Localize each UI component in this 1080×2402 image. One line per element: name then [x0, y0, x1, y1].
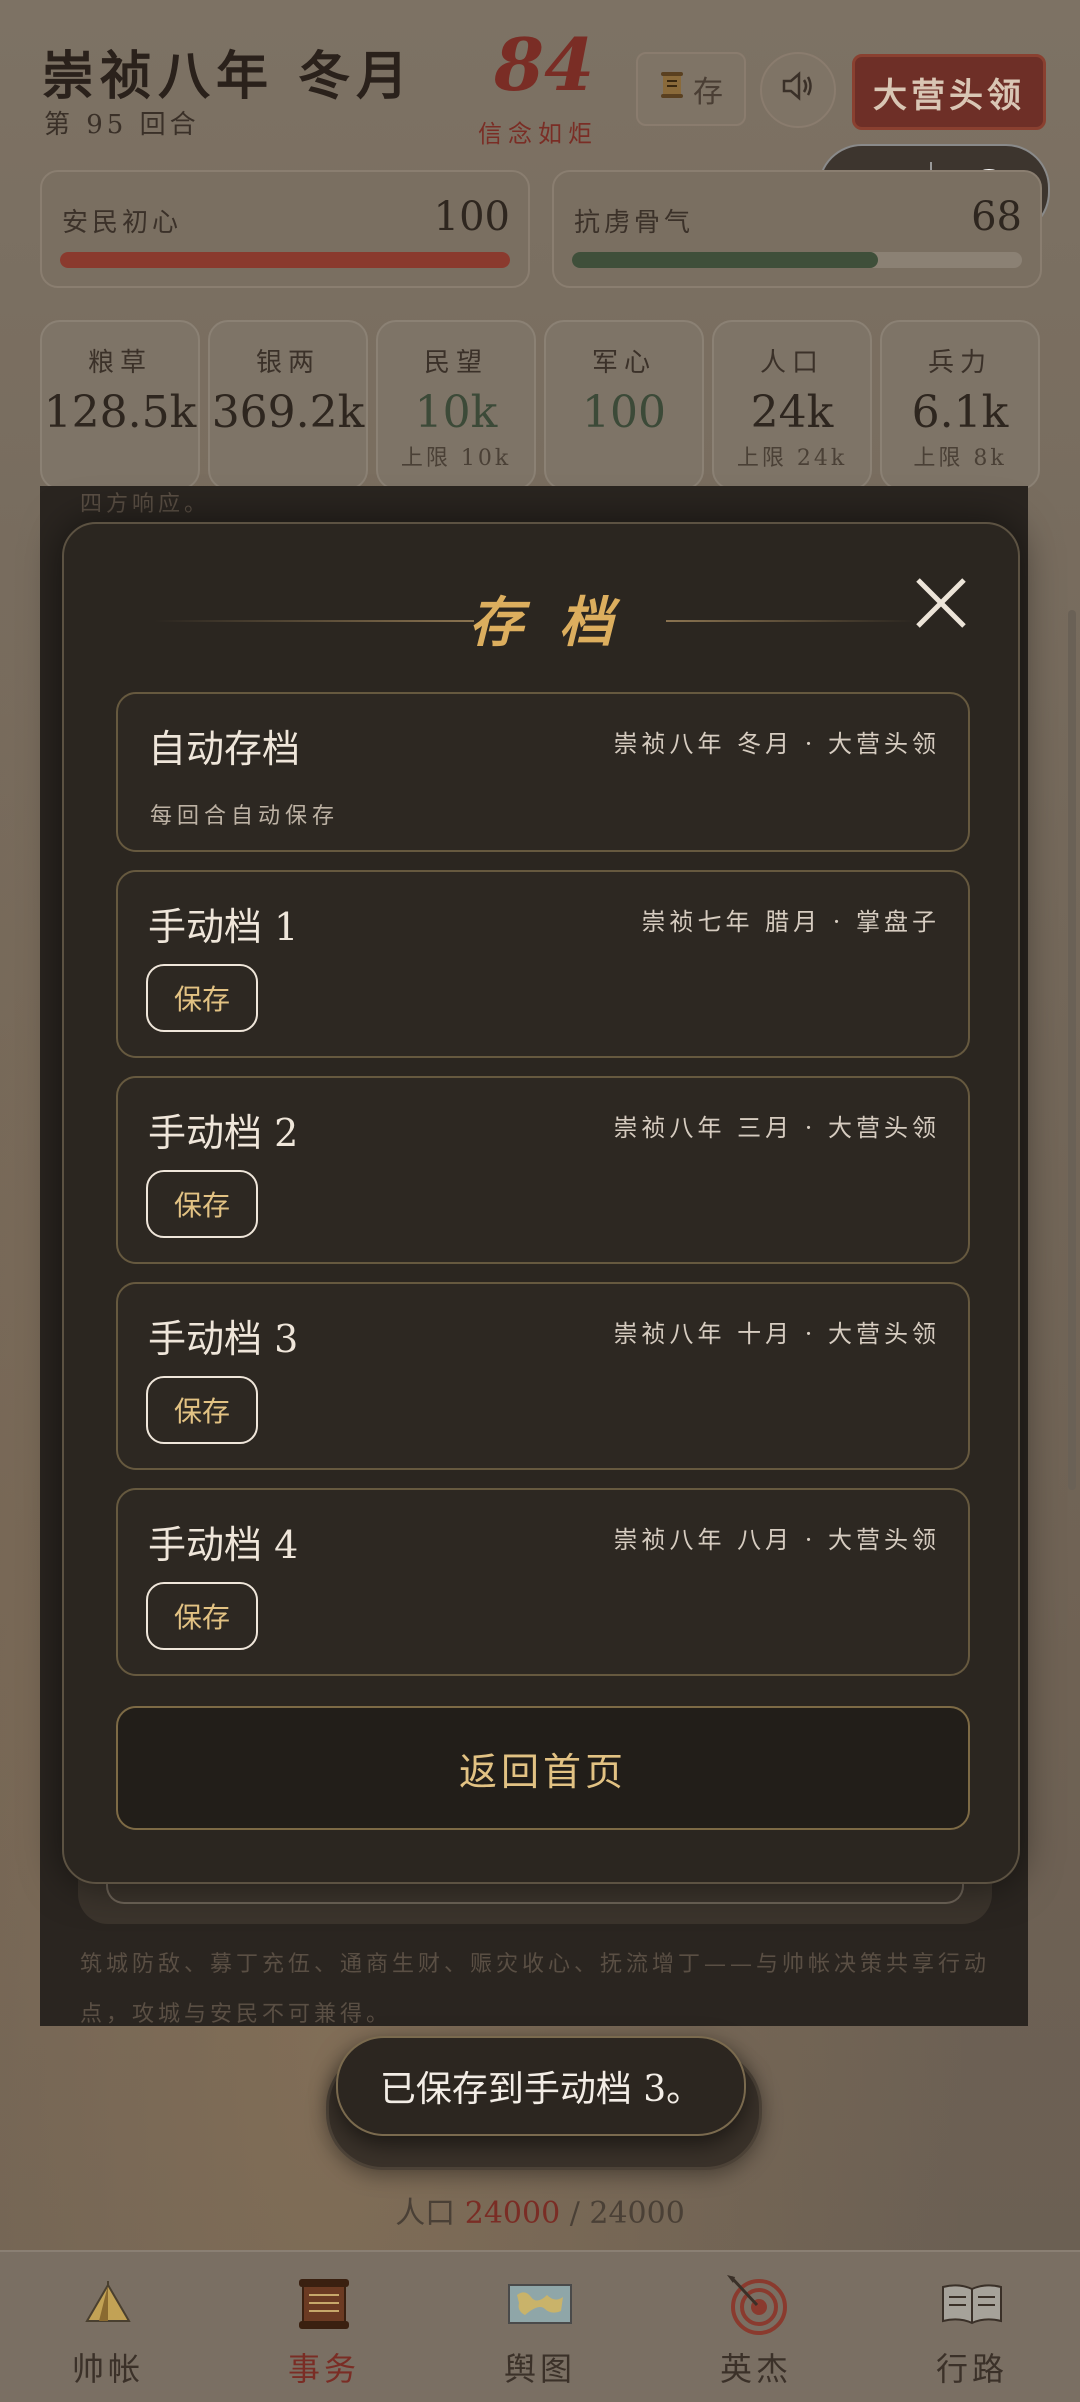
stat-morale: 军心 100 [544, 320, 704, 490]
slot-save-button[interactable]: 保存 [146, 964, 258, 1032]
tab-xinglu[interactable]: 行路 [864, 2252, 1080, 2402]
stat-reputation: 民望 10k 上限 10k [376, 320, 536, 490]
save-button[interactable]: 存 [636, 52, 746, 126]
speaker-icon [780, 70, 816, 111]
stat-troops: 兵力 6.1k 上限 8k [880, 320, 1040, 490]
save-slot-4[interactable]: 手动档 4 崇祯八年 八月 · 大营头领 保存 [116, 1488, 970, 1676]
slot-name: 手动档 1 [148, 905, 299, 949]
rank-button[interactable]: 大营头领 [852, 54, 1046, 130]
slot-name: 手动档 3 [148, 1317, 299, 1361]
tab-shuaizhang[interactable]: 帅帐 [0, 2252, 216, 2402]
belief-label: 信念如炬 [478, 120, 598, 148]
slot-meta: 崇祯八年 冬月 · 大营头领 [613, 730, 940, 758]
stat-value: 6.1k [911, 387, 1009, 438]
meter-track [572, 252, 1022, 268]
slot-name: 手动档 4 [148, 1523, 299, 1567]
population-separator: / [560, 2196, 590, 2231]
save-slot-auto[interactable]: 自动存档 崇祯八年 冬月 · 大营头领 每回合自动保存 [116, 692, 970, 852]
slot-note: 每回合自动保存 [150, 804, 340, 829]
meter-value: 68 [971, 194, 1022, 240]
map-icon [505, 2274, 575, 2334]
save-slot-1[interactable]: 手动档 1 崇祯七年 腊月 · 掌盘子 保存 [116, 870, 970, 1058]
meter-fill [60, 252, 510, 268]
bottom-tab-bar: 帅帐 事务 舆图 英杰 行路 [0, 2250, 1080, 2402]
meter-fill [572, 252, 878, 268]
tab-label: 事务 [287, 2350, 360, 2388]
stat-name: 军心 [591, 348, 656, 378]
slot-save-button[interactable]: 保存 [146, 1582, 258, 1650]
tab-shiwu[interactable]: 事务 [216, 2252, 432, 2402]
target-icon [721, 2274, 791, 2335]
book-icon [937, 2274, 1007, 2334]
stat-silver: 银两 369.2k [208, 320, 368, 490]
save-dialog: 存档 自动存档 崇祯八年 冬月 · 大营头领 每回合自动保存 手动档 1 崇祯七… [62, 522, 1020, 1884]
stat-value: 100 [582, 387, 666, 438]
tab-label: 帅帐 [71, 2350, 144, 2388]
stat-name: 人口 [759, 348, 824, 378]
slot-save-button[interactable]: 保存 [146, 1170, 258, 1238]
slot-meta: 崇祯八年 十月 · 大营头领 [613, 1320, 940, 1348]
stat-cap: 上限 24k [736, 446, 848, 471]
tab-label: 英杰 [719, 2350, 792, 2388]
stat-population: 人口 24k 上限 24k [712, 320, 872, 490]
population-max: 24000 [589, 2196, 685, 2231]
save-button-label: 存 [693, 75, 723, 110]
slot-meta: 崇祯八年 八月 · 大营头领 [613, 1526, 940, 1554]
save-slot-2[interactable]: 手动档 2 崇祯八年 三月 · 大营头领 保存 [116, 1076, 970, 1264]
event-text-top: 四方响应。 [80, 492, 211, 517]
meter-kanglu: 抗虏骨气 68 [552, 170, 1042, 288]
meter-label: 安民初心 [62, 208, 183, 238]
tab-label: 行路 [935, 2350, 1008, 2388]
tab-yutu[interactable]: 舆图 [432, 2252, 648, 2402]
date-title: 崇祯八年 冬月 [42, 46, 415, 107]
meter-track [60, 252, 510, 268]
slot-name: 手动档 2 [148, 1111, 299, 1155]
stat-name: 银两 [255, 348, 320, 378]
population-line: 人口 24000 / 24000 [0, 2188, 1080, 2232]
stat-name: 粮草 [87, 348, 152, 378]
meter-value: 100 [433, 194, 510, 240]
slot-meta: 崇祯七年 腊月 · 掌盘子 [641, 908, 940, 936]
slot-save-button[interactable]: 保存 [146, 1376, 258, 1444]
stat-grain: 粮草 128.5k [40, 320, 200, 490]
slot-meta: 崇祯八年 三月 · 大营头领 [613, 1114, 940, 1142]
meter-anmin: 安民初心 100 [40, 170, 530, 288]
sound-button[interactable] [760, 52, 836, 128]
tab-label: 舆图 [503, 2350, 576, 2388]
stat-name: 民望 [423, 348, 488, 378]
scroll-icon [659, 70, 685, 108]
tab-yingjie[interactable]: 英杰 [648, 2252, 864, 2402]
stat-cap: 上限 10k [400, 446, 512, 471]
turn-counter: 第 95 回合 [44, 110, 200, 140]
scrollbar[interactable] [1068, 610, 1076, 1490]
slot-name: 自动存档 [148, 727, 301, 771]
belief-value: 84 [494, 22, 595, 107]
event-text-bottom: 筑城防敌、募丁充伍、通商生财、赈灾收心、抚流增丁——与帅帐决策共享行动点，攻城与… [80, 1952, 991, 2027]
meter-label: 抗虏骨气 [574, 208, 695, 238]
population-label: 人口 [395, 2196, 456, 2231]
stat-name: 兵力 [927, 348, 992, 378]
toast-message: 已保存到手动档 3。 [336, 2036, 746, 2136]
population-current: 24000 [464, 2196, 561, 2231]
close-icon[interactable] [910, 572, 972, 634]
stat-value: 24k [750, 387, 834, 438]
stat-value: 369.2k [211, 387, 365, 438]
dialog-title: 存档 [469, 590, 649, 654]
return-home-button[interactable]: 返回首页 [116, 1706, 970, 1830]
stat-value: 10k [414, 387, 498, 438]
save-slot-3[interactable]: 手动档 3 崇祯八年 十月 · 大营头领 保存 [116, 1282, 970, 1470]
stat-cap: 上限 8k [913, 446, 1007, 471]
scroll-icon [289, 2274, 359, 2334]
tent-icon [73, 2274, 143, 2334]
stat-value: 128.5k [43, 387, 197, 438]
